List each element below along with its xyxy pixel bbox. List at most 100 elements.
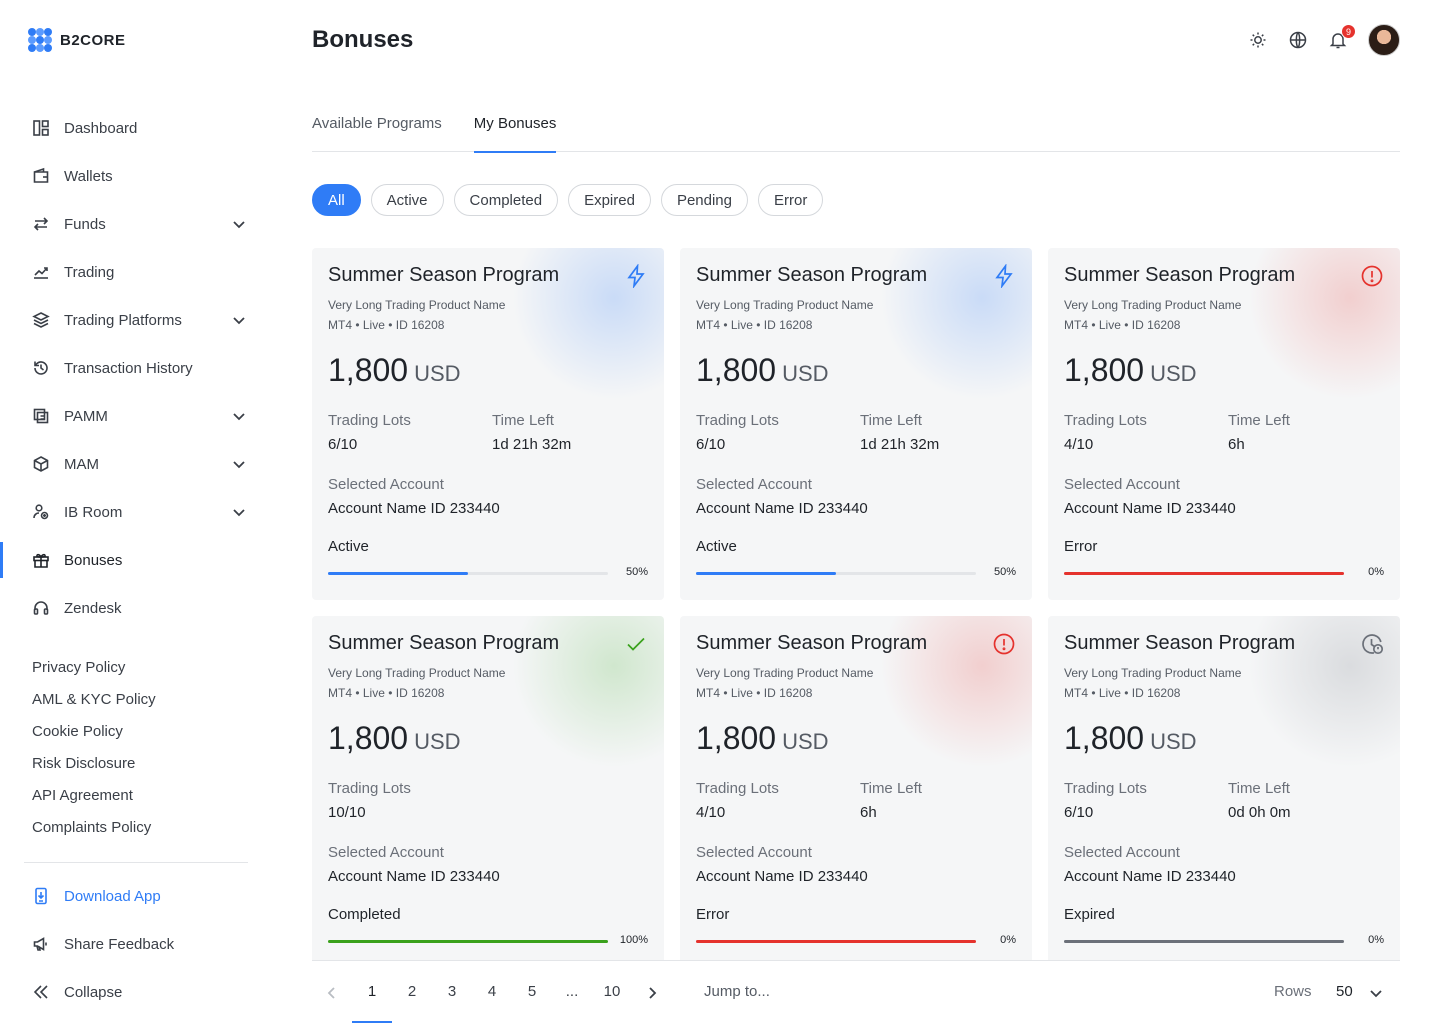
sidebar-item-funds[interactable]: Funds [0,200,272,248]
bonus-card[interactable]: Summer Season Program Very Long Trading P… [312,616,664,968]
card-title: Summer Season Program [696,264,928,286]
sidebar-footer: Download App Share Feedback Collapse [0,872,272,1016]
sun-icon[interactable] [1248,30,1268,50]
next-page-button[interactable] [644,985,660,1001]
collapse-sidebar-button[interactable]: Collapse [0,968,272,1016]
sidebar-item-label: Transaction History [64,359,193,377]
tab-available-programs[interactable]: Available Programs [312,112,442,152]
trading-lots-value: 4/10 [1064,436,1094,453]
chevron-down-icon[interactable] [1368,985,1384,1001]
rows-per-page-select[interactable]: 50 [1336,983,1353,1000]
sidebar-item-transaction-history[interactable]: Transaction History [0,344,272,392]
sidebar-item-mam[interactable]: MAM [0,440,272,488]
jump-to-input[interactable]: Jump to... [704,983,770,1000]
bonus-card[interactable]: Summer Season Program Very Long Trading P… [680,616,1032,968]
policy-link-complaints-policy[interactable]: Complaints Policy [32,816,156,848]
progress-fill [696,940,976,943]
progress-bar [328,572,608,575]
status-badge: Error [696,906,730,923]
bell-icon[interactable]: 9 [1328,24,1356,50]
collapse-label: Collapse [64,983,123,1001]
bonus-card[interactable]: Summer Season Program Very Long Trading P… [680,248,1032,600]
card-amount: 1,800 USD [696,720,829,757]
policy-link-risk-disclosure[interactable]: Risk Disclosure [32,752,156,784]
sidebar-item-wallets[interactable]: Wallets [0,152,272,200]
chevron-down-icon[interactable] [232,409,246,423]
card-title: Summer Season Program [328,632,560,654]
share-feedback-button[interactable]: Share Feedback [0,920,272,968]
sidebar-item-pamm[interactable]: PAMM [0,392,272,440]
amount-value: 1,800 [328,352,409,388]
sidebar-item-zendesk[interactable]: Zendesk [0,584,272,632]
card-account-meta: MT4 • Live • ID 16208 [696,318,813,332]
filter-chip-active[interactable]: Active [370,184,444,216]
status-badge: Expired [1064,906,1115,923]
card-account-meta: MT4 • Live • ID 16208 [696,686,813,700]
page-10[interactable]: 10 [600,983,624,1000]
history-icon [32,359,50,377]
amount-value: 1,800 [1064,720,1145,756]
tab-my-bonuses[interactable]: My Bonuses [473,112,556,153]
bonus-card[interactable]: Summer Season Program Very Long Trading P… [312,248,664,600]
amount-value: 1,800 [696,720,777,756]
amount-value: 1,800 [696,352,777,388]
filter-chip-pending[interactable]: Pending [660,184,748,216]
progress-fill [1064,940,1344,943]
filter-chip-all[interactable]: All [312,184,361,216]
page-5[interactable]: 5 [520,983,544,1000]
selected-account-label: Selected Account [1064,844,1180,861]
sidebar-item-label: Zendesk [64,599,122,617]
progress-bar [696,572,976,575]
policy-link-aml-and-kyc-policy[interactable]: AML & KYC Policy [32,688,156,720]
chevron-down-icon[interactable] [232,217,246,231]
selected-account-value: Account Name ID 233440 [696,500,868,517]
card-title: Summer Season Program [328,264,560,286]
pagination-bar: 1 2 3 4 5... 10 Jump to... Rows 50 [312,960,1400,1024]
bonus-card[interactable]: Summer Season Program Very Long Trading P… [1048,248,1400,600]
time-left-value: 6h [1228,436,1245,453]
sidebar-item-dashboard[interactable]: Dashboard [0,104,272,152]
selected-account-label: Selected Account [328,844,444,861]
avatar[interactable] [1368,24,1400,56]
page-3[interactable]: 3 [440,983,464,1000]
amount-value: 1,800 [328,720,409,756]
trading-lots-value: 6/10 [328,436,358,453]
sidebar-item-trading[interactable]: Trading [0,248,272,296]
progress-percent: 0% [1368,566,1384,578]
card-title: Summer Season Program [696,632,928,654]
progress-fill [1064,572,1344,575]
alert-circle-icon [992,632,1016,656]
layers-icon [32,311,50,329]
page-ellipsis: ... [565,983,579,1000]
time-left-label: Time Left [1228,412,1290,429]
policy-link-privacy-policy[interactable]: Privacy Policy [32,656,156,688]
policy-link-cookie-policy[interactable]: Cookie Policy [32,720,156,752]
wallet-icon [32,167,50,185]
page-1[interactable]: 1 [352,983,392,1023]
page-title: Bonuses [312,26,414,53]
sidebar-item-ib-room[interactable]: IB Room [0,488,272,536]
card-title: Summer Season Program [1064,632,1296,654]
filter-chip-completed[interactable]: Completed [453,184,559,216]
alert-circle-icon [1360,264,1384,288]
logo[interactable]: B2CORE [28,28,126,52]
card-product-name: Very Long Trading Product Name [328,298,506,312]
policy-link-api-agreement[interactable]: API Agreement [32,784,156,816]
chevron-down-icon[interactable] [232,313,246,327]
card-product-name: Very Long Trading Product Name [1064,666,1242,680]
page-2[interactable]: 2 [400,983,424,1000]
download-app-button[interactable]: Download App [0,872,272,920]
chevron-down-icon[interactable] [232,505,246,519]
sidebar-item-bonuses[interactable]: Bonuses [0,536,272,584]
filter-chip-expired[interactable]: Expired [568,184,651,216]
filter-chip-error[interactable]: Error [758,184,824,216]
bonus-card[interactable]: Summer Season Program Very Long Trading P… [1048,616,1400,968]
page-4[interactable]: 4 [480,983,504,1000]
chevron-down-icon[interactable] [232,457,246,471]
sidebar-item-trading-platforms[interactable]: Trading Platforms [0,296,272,344]
selected-account-label: Selected Account [696,844,812,861]
card-account-meta: MT4 • Live • ID 16208 [1064,318,1181,332]
transfer-icon [32,215,50,233]
prev-page-button[interactable] [324,985,340,1001]
globe-icon[interactable] [1288,30,1308,50]
